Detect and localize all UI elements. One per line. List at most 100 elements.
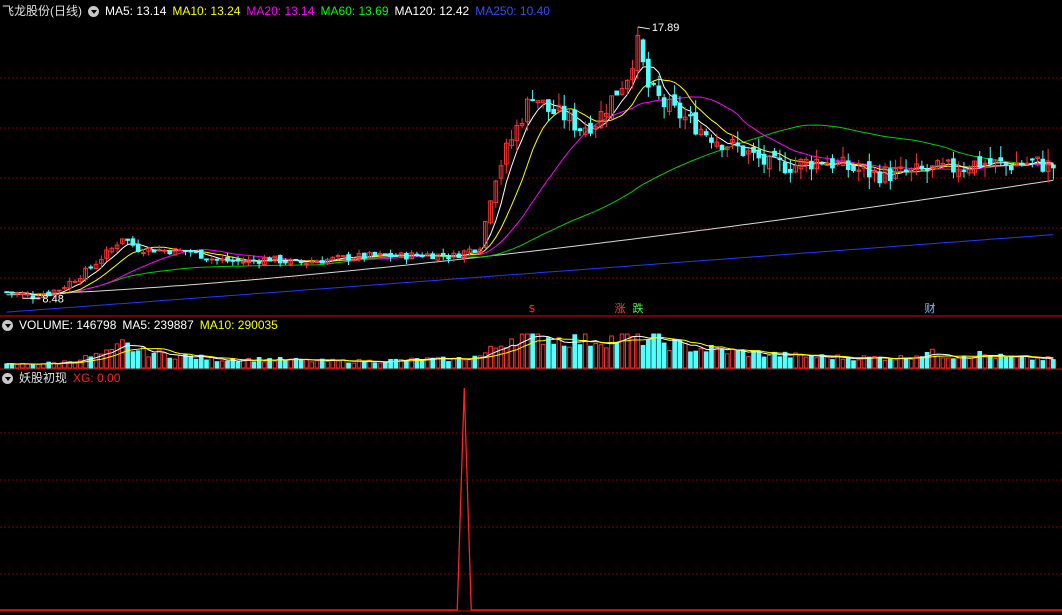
candle-body (588, 122, 593, 134)
volume-bar (530, 333, 535, 369)
indicator-title: 妖股初现 (19, 371, 68, 385)
volume-bar (619, 333, 625, 369)
volume-bar (351, 362, 357, 369)
volume-bar (461, 359, 467, 369)
volume-bar (593, 343, 599, 369)
candlesticks (4, 26, 1056, 304)
volume-bar (283, 360, 288, 369)
candle-body (256, 260, 262, 264)
volume-bar (46, 361, 52, 369)
volume-bar (630, 336, 635, 369)
volume-bar (919, 356, 925, 369)
volume-bar (672, 339, 677, 369)
volume-bar (372, 362, 378, 369)
ma-label-3: MA60: 13.69 (320, 4, 389, 18)
candle-body (677, 102, 683, 119)
candle-body (430, 253, 436, 260)
volume-bar (646, 339, 651, 369)
volume-bar (882, 359, 888, 369)
volume-bar (419, 360, 425, 369)
volume-bar (993, 358, 998, 369)
candle-body (414, 253, 420, 256)
volume-bar (177, 354, 183, 369)
volume-bar (162, 352, 167, 369)
candle-body (88, 266, 94, 269)
volume-bar (1051, 359, 1056, 369)
volume-bar (830, 359, 835, 369)
volume-bar (635, 333, 641, 369)
volume-bar (383, 361, 388, 369)
volume-bar (482, 352, 488, 369)
volume-bar (740, 350, 746, 369)
volume-bar (809, 355, 814, 369)
volume-bar (556, 336, 562, 369)
volume-bar (404, 360, 409, 369)
volume-bar (856, 359, 862, 369)
high-price-label: 17.89 (652, 22, 680, 34)
candle-body (361, 252, 367, 259)
volume-bar (677, 339, 683, 369)
ma-label-5: MA250: 10.40 (475, 4, 550, 18)
candle-body (703, 131, 709, 136)
volume-bar (851, 360, 856, 369)
volume-bar (709, 344, 714, 369)
volume-bar (609, 335, 614, 369)
volume-label-1: MA5: 239887 (122, 318, 194, 332)
volume-bar (114, 343, 120, 369)
dropdown-icon[interactable] (2, 319, 13, 331)
volume-bar (251, 361, 257, 369)
stock-title: 飞龙股份(日线) (2, 4, 82, 18)
candle-body (751, 146, 756, 153)
candle-body (14, 292, 20, 295)
candle-body (235, 258, 241, 262)
volume-bar (940, 357, 946, 369)
volume-bar (314, 360, 320, 369)
candle-body (1008, 165, 1014, 171)
ma-label-1: MA10: 13.24 (172, 4, 241, 18)
candle-body (204, 258, 209, 261)
volume-bar (335, 360, 341, 369)
candle-body (777, 157, 783, 161)
volume-bar (446, 361, 451, 369)
candle-body (125, 238, 130, 241)
volume-bar (561, 345, 567, 369)
candle-body (219, 258, 225, 261)
volume-bar (756, 350, 762, 369)
candle-body (198, 249, 204, 259)
candle-body (809, 160, 814, 170)
volume-bar (56, 363, 62, 369)
candle-body (1040, 158, 1046, 172)
candle-body (388, 252, 393, 258)
volume-bar (325, 360, 330, 369)
candle-body (877, 171, 883, 184)
candle-body (1019, 162, 1025, 166)
volume-bar (614, 342, 620, 369)
dropdown-icon[interactable] (2, 372, 13, 384)
candle-body (1051, 164, 1056, 169)
candle-body (335, 255, 341, 258)
candle-body (772, 150, 777, 157)
volume-bar (346, 362, 351, 369)
volume-bar (1035, 357, 1040, 369)
volume-bar (141, 346, 146, 369)
volume-bar (956, 357, 962, 369)
volume-bar (903, 357, 909, 369)
volume-bar (9, 363, 15, 369)
candle-body (177, 249, 183, 252)
volume-bar (972, 356, 977, 369)
candle-body (1030, 158, 1035, 161)
volume-bar (309, 361, 315, 369)
volume-bar (1030, 359, 1035, 369)
candle-body (167, 250, 173, 255)
volume-bar (840, 358, 846, 369)
dropdown-icon[interactable] (88, 5, 99, 17)
event-marker: 财 (925, 301, 936, 315)
volume-bar (588, 345, 593, 369)
volume-bar (924, 351, 930, 369)
candle-body (903, 169, 909, 173)
volume-bar (540, 343, 546, 369)
volume-bar (519, 333, 525, 369)
volume-bar (340, 359, 346, 369)
stock-chart-canvas[interactable]: 17.89 8.48 $ 涨跌 财 (0, 0, 1062, 615)
candle-body (709, 137, 714, 143)
